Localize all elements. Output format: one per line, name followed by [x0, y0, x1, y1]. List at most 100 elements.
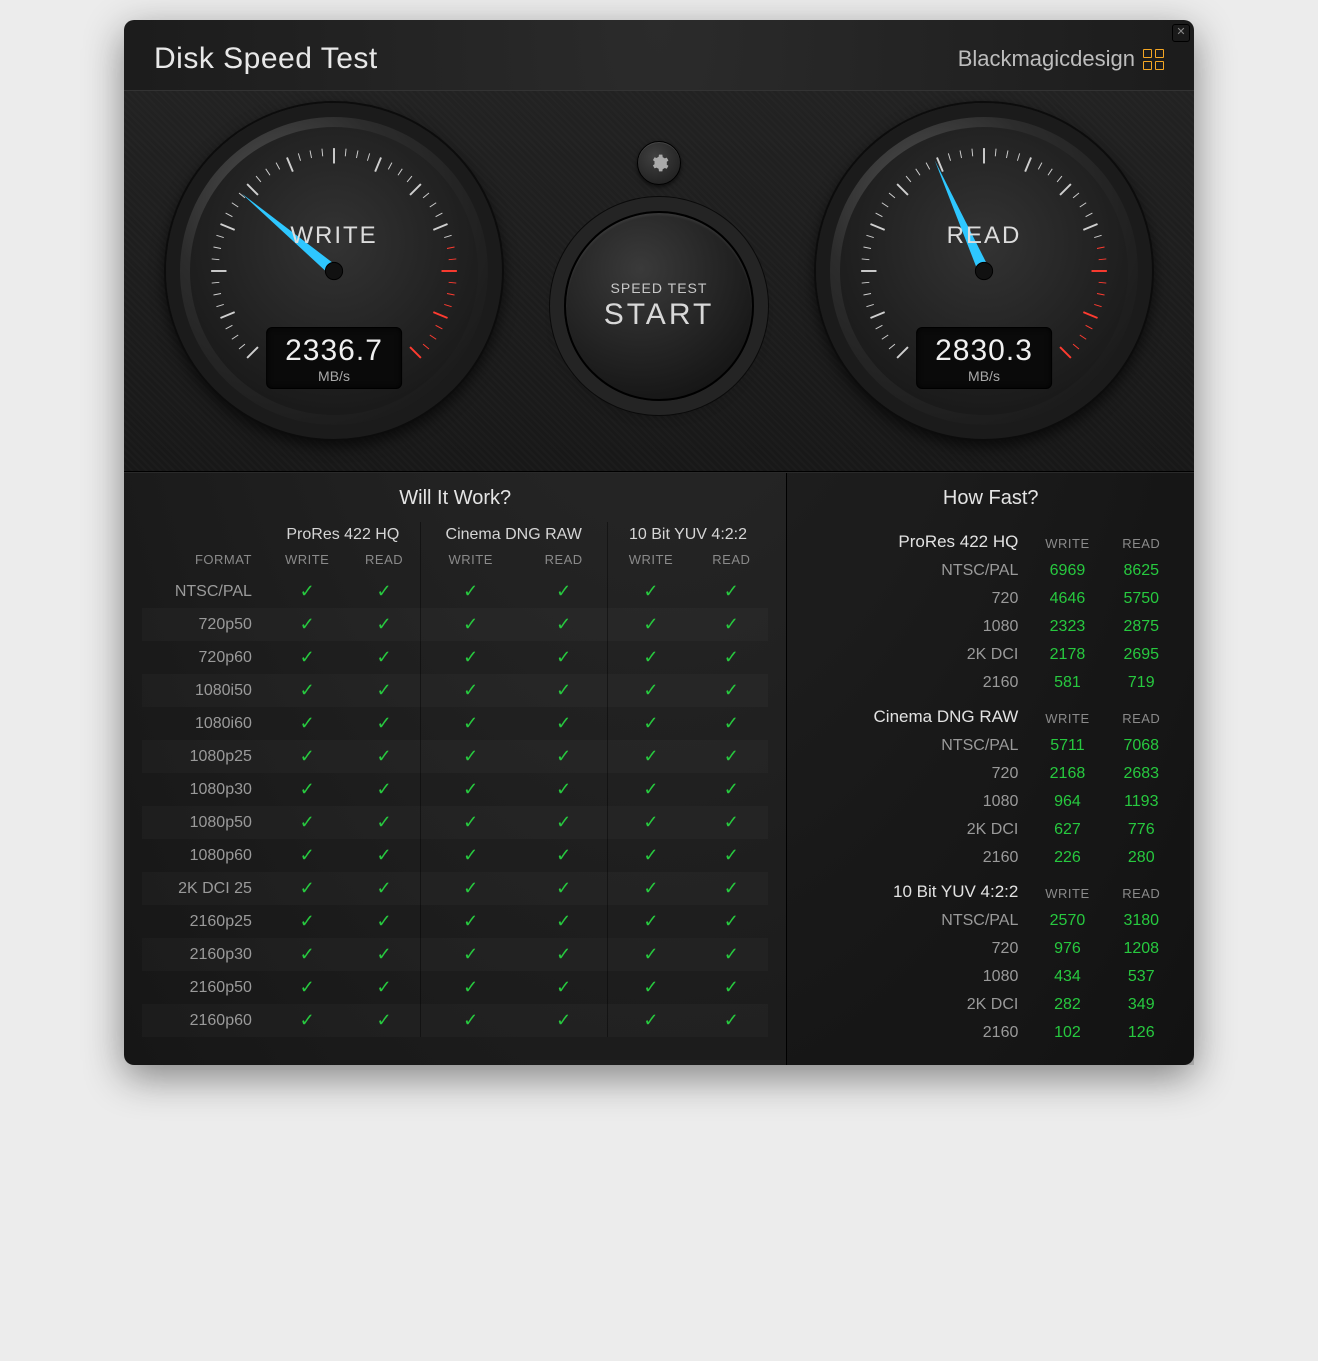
col-write: WRITE	[1028, 697, 1106, 732]
check-icon: ✓	[694, 806, 768, 839]
write-readout: 2336.7 MB/s	[266, 327, 402, 389]
table-row: NTSC/PAL 2570 3180	[805, 907, 1176, 935]
check-icon: ✓	[694, 1004, 768, 1037]
codec-header: Cinema DNG RAW	[420, 522, 607, 548]
format-label: 2160p25	[142, 905, 266, 938]
col-write: WRITE	[1028, 872, 1106, 907]
check-icon: ✓	[420, 839, 520, 872]
fps-write-value: 282	[1028, 991, 1106, 1019]
format-label: 2160	[805, 669, 1028, 697]
close-button[interactable]: ✕	[1172, 24, 1190, 42]
table-row: 720 4646 5750	[805, 585, 1176, 613]
check-icon: ✓	[521, 806, 607, 839]
table-row: NTSC/PAL 6969 8625	[805, 557, 1176, 585]
fps-read-value: 776	[1107, 816, 1177, 844]
check-icon: ✓	[266, 674, 349, 707]
check-icon: ✓	[266, 740, 349, 773]
col-read: READ	[1107, 522, 1177, 557]
table-row: 2160p25✓✓✓✓✓✓	[142, 905, 768, 938]
fps-read-value: 126	[1107, 1019, 1177, 1047]
write-value: 2336.7	[285, 334, 383, 368]
check-icon: ✓	[521, 872, 607, 905]
fps-read-value: 2695	[1107, 641, 1177, 669]
fps-write-value: 976	[1028, 935, 1106, 963]
check-icon: ✓	[521, 839, 607, 872]
check-icon: ✓	[694, 707, 768, 740]
check-icon: ✓	[348, 641, 420, 674]
format-label: 2K DCI 25	[142, 872, 266, 905]
will-it-work-table: ProRes 422 HQ Cinema DNG RAW 10 Bit YUV …	[142, 522, 768, 1037]
check-icon: ✓	[420, 938, 520, 971]
fps-write-value: 2168	[1028, 760, 1106, 788]
brand-text: Blackmagicdesign	[958, 46, 1135, 72]
format-label: NTSC/PAL	[142, 575, 266, 608]
fps-read-value: 3180	[1107, 907, 1177, 935]
check-icon: ✓	[607, 707, 694, 740]
format-label: 720p60	[142, 641, 266, 674]
col-read: READ	[694, 548, 768, 575]
table-row: NTSC/PAL 5711 7068	[805, 732, 1176, 760]
tables-panel: Will It Work? ProRes 422 HQ Cinema DNG R…	[124, 472, 1194, 1065]
settings-button[interactable]	[637, 141, 681, 185]
check-icon: ✓	[521, 641, 607, 674]
check-icon: ✓	[420, 608, 520, 641]
format-label: 2160p60	[142, 1004, 266, 1037]
col-write: WRITE	[607, 548, 694, 575]
check-icon: ✓	[266, 905, 349, 938]
check-icon: ✓	[266, 641, 349, 674]
table-row: 2160 226 280	[805, 844, 1176, 872]
table-row: 2160p60✓✓✓✓✓✓	[142, 1004, 768, 1037]
gear-icon	[649, 153, 669, 173]
fps-read-value: 2683	[1107, 760, 1177, 788]
codec-group-header: Cinema DNG RAW	[805, 697, 1028, 732]
fps-read-value: 7068	[1107, 732, 1177, 760]
check-icon: ✓	[607, 938, 694, 971]
col-write: WRITE	[1028, 522, 1106, 557]
check-icon: ✓	[348, 674, 420, 707]
fps-read-value: 5750	[1107, 585, 1177, 613]
check-icon: ✓	[694, 641, 768, 674]
check-icon: ✓	[521, 674, 607, 707]
check-icon: ✓	[348, 839, 420, 872]
check-icon: ✓	[521, 707, 607, 740]
table-row: 2160 102 126	[805, 1019, 1176, 1047]
check-icon: ✓	[348, 905, 420, 938]
table-row: NTSC/PAL✓✓✓✓✓✓	[142, 575, 768, 608]
check-icon: ✓	[607, 1004, 694, 1037]
read-gauge: READ 2830.3 MB/s	[814, 101, 1154, 441]
will-it-work-panel: Will It Work? ProRes 422 HQ Cinema DNG R…	[124, 473, 787, 1065]
fps-read-value: 349	[1107, 991, 1177, 1019]
check-icon: ✓	[420, 641, 520, 674]
fps-read-value: 1193	[1107, 788, 1177, 816]
table-row: 1080i50✓✓✓✓✓✓	[142, 674, 768, 707]
format-label: 2160p30	[142, 938, 266, 971]
check-icon: ✓	[694, 674, 768, 707]
format-label: 2160p50	[142, 971, 266, 1004]
format-label: 1080i60	[142, 707, 266, 740]
check-icon: ✓	[348, 740, 420, 773]
codec-group-header: ProRes 422 HQ	[805, 522, 1028, 557]
col-write: WRITE	[266, 548, 349, 575]
check-icon: ✓	[420, 740, 520, 773]
fps-write-value: 434	[1028, 963, 1106, 991]
fps-read-value: 719	[1107, 669, 1177, 697]
check-icon: ✓	[420, 575, 520, 608]
table-row: 720 2168 2683	[805, 760, 1176, 788]
read-unit: MB/s	[935, 368, 1033, 384]
table-row: 720p60✓✓✓✓✓✓	[142, 641, 768, 674]
codec-group-header: 10 Bit YUV 4:2:2	[805, 872, 1028, 907]
check-icon: ✓	[348, 608, 420, 641]
check-icon: ✓	[348, 971, 420, 1004]
check-icon: ✓	[607, 674, 694, 707]
format-label: 1080	[805, 963, 1028, 991]
start-button[interactable]: SPEED TEST START	[564, 211, 754, 401]
format-header: FORMAT	[142, 548, 266, 575]
check-icon: ✓	[694, 740, 768, 773]
fps-write-value: 4646	[1028, 585, 1106, 613]
check-icon: ✓	[694, 773, 768, 806]
fps-write-value: 5711	[1028, 732, 1106, 760]
check-icon: ✓	[420, 872, 520, 905]
format-label: NTSC/PAL	[805, 907, 1028, 935]
format-label: 2K DCI	[805, 816, 1028, 844]
check-icon: ✓	[348, 707, 420, 740]
